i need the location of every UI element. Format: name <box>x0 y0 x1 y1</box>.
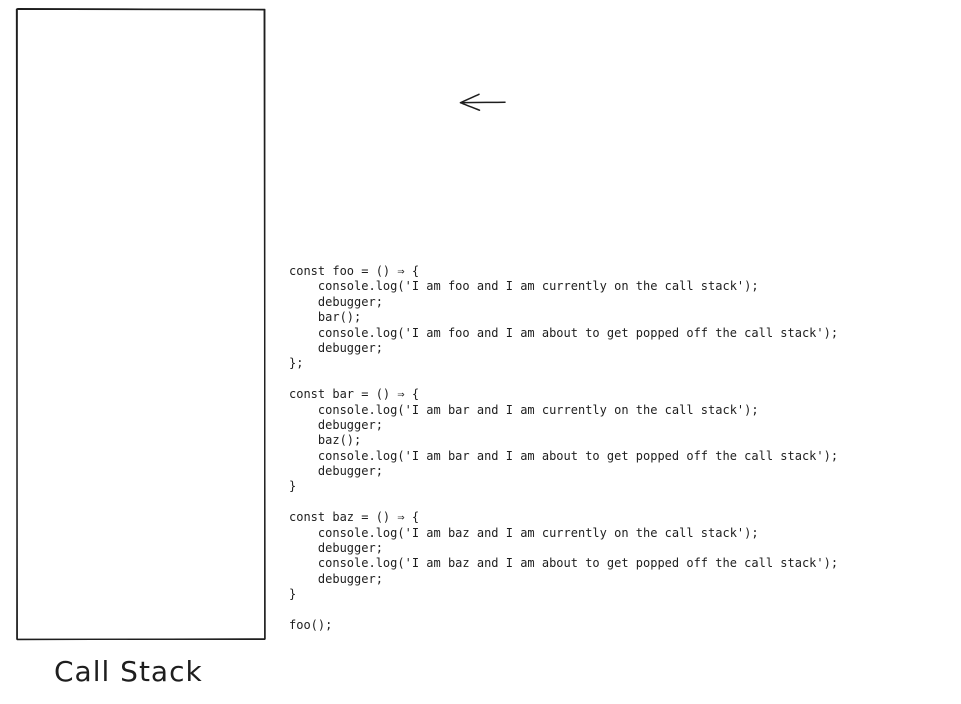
code-line: console.log('I am foo and I am currently… <box>289 279 759 294</box>
code-line: console.log('I am baz and I am about to … <box>289 556 839 571</box>
code-line: bar(); <box>289 310 362 325</box>
code-line: debugger; <box>289 571 383 586</box>
code-line: debugger; <box>289 340 383 355</box>
code-line: const foo = () ⇒ { <box>289 264 420 278</box>
code-line: } <box>289 479 297 494</box>
code-snippet: const foo = () ⇒ { console.log('I am foo… <box>289 264 838 633</box>
code-line: const baz = () ⇒ { <box>289 510 420 525</box>
code-line: console.log('I am bar and I am about to … <box>289 448 839 463</box>
code-line: console.log('I am foo and I am about to … <box>289 325 839 340</box>
code-line: baz(); <box>289 433 362 448</box>
code-line: }; <box>289 356 304 371</box>
code-line: debugger; <box>289 417 383 432</box>
code-line: console.log('I am bar and I am currently… <box>289 402 759 417</box>
code-line: } <box>289 587 297 602</box>
code-line: console.log('I am baz and I am currently… <box>289 525 759 540</box>
code-line: debugger; <box>289 294 383 309</box>
code-line: foo(); <box>289 617 333 632</box>
call-stack-box <box>15 7 266 641</box>
code-line: debugger; <box>289 541 383 556</box>
code-line: const bar = () ⇒ { <box>289 387 420 402</box>
call-stack-label: Call Stack <box>54 655 203 688</box>
code-line: debugger; <box>289 464 383 479</box>
left-arrow-icon <box>459 93 506 111</box>
